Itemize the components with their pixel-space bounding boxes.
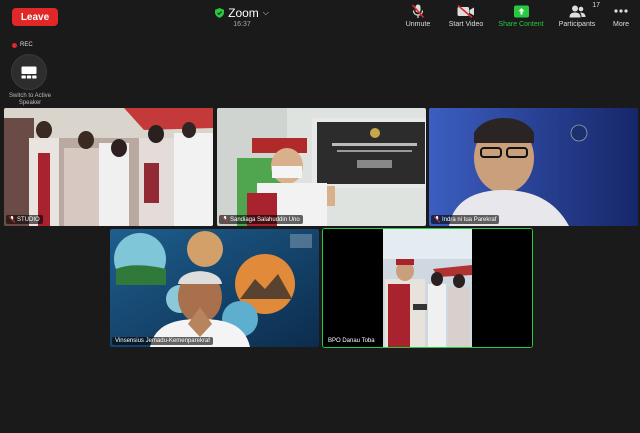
unmute-label: Unmute xyxy=(405,21,431,28)
meeting-toolbar: Unmute Start Video Share Content 17 Part… xyxy=(392,2,634,33)
video-off-icon xyxy=(457,4,474,18)
participant-name-tag: Vinsensius Jemadu-Kemenparekraf xyxy=(112,337,213,345)
zoom-meeting-window: Leave Zoom ⌵ 16:37 Unmute Start Video Sh… xyxy=(0,0,640,433)
switch-view-button[interactable] xyxy=(11,54,47,90)
mic-muted-icon xyxy=(434,216,440,223)
participants-count: 17 xyxy=(592,2,600,9)
video-feed-tourism-background xyxy=(110,229,319,347)
participant-name-tag: BPO Danau Toba xyxy=(325,337,378,345)
video-feed-crowd xyxy=(4,108,213,226)
participant-name: BPO Danau Toba xyxy=(328,338,375,344)
share-content-button[interactable]: Share Content xyxy=(496,3,546,33)
participant-name-tag: Indra ni tua Parekraf xyxy=(431,215,500,224)
recording-indicator: REC xyxy=(12,42,33,48)
video-tile-indra[interactable]: Indra ni tua Parekraf xyxy=(429,108,638,226)
start-video-label: Start Video xyxy=(448,21,484,28)
participants-button[interactable]: 17 Participants xyxy=(554,2,600,33)
participant-name: Vinsensius Jemadu-Kemenparekraf xyxy=(115,338,210,344)
video-tile-sandiaga[interactable]: Sandiaga Salahuddin Uno xyxy=(217,108,426,226)
more-label: More xyxy=(613,21,629,28)
share-screen-icon xyxy=(513,5,529,17)
shield-check-icon xyxy=(215,8,225,18)
recording-label: REC xyxy=(20,42,33,48)
more-dots-icon xyxy=(614,9,628,13)
speaker-view-icon xyxy=(21,66,37,78)
video-feed-plaque xyxy=(217,108,426,226)
share-content-label: Share Content xyxy=(498,21,544,28)
app-title: Zoom xyxy=(228,6,259,20)
top-bar: Leave Zoom ⌵ 16:37 Unmute Start Video Sh… xyxy=(0,0,640,36)
participant-name: Sandiaga Salahuddin Uno xyxy=(230,216,300,223)
mic-muted-icon xyxy=(412,3,424,18)
chevron-down-icon: ⌵ xyxy=(262,8,269,17)
participants-label: Participants xyxy=(558,21,596,28)
video-tile-bpo-danau-toba[interactable]: BPO Danau Toba xyxy=(322,228,533,348)
recording-dot-icon xyxy=(12,42,17,48)
participant-name-tag: STUDIO xyxy=(6,215,43,224)
meeting-timer: 16:37 xyxy=(233,21,251,28)
video-tile-studio[interactable]: STUDIO xyxy=(4,108,213,226)
participants-icon xyxy=(569,5,585,17)
participant-name: Indra ni tua Parekraf xyxy=(442,216,497,223)
video-feed-ceremony xyxy=(323,229,532,347)
mic-muted-icon xyxy=(222,216,228,223)
more-button[interactable]: More xyxy=(608,3,634,33)
start-video-button[interactable]: Start Video xyxy=(444,3,488,33)
leave-button[interactable]: Leave xyxy=(12,8,58,26)
mic-muted-icon xyxy=(9,216,15,223)
unmute-button[interactable]: Unmute xyxy=(400,3,436,33)
video-tile-vinsensius[interactable]: Vinsensius Jemadu-Kemenparekraf xyxy=(110,229,319,347)
switch-view-label: Switch to Active Speaker xyxy=(8,93,52,106)
participant-name-tag: Sandiaga Salahuddin Uno xyxy=(219,215,303,224)
video-feed-man-glasses xyxy=(429,108,638,226)
participant-name: STUDIO xyxy=(17,216,40,223)
meeting-title[interactable]: Zoom ⌵ 16:37 xyxy=(208,6,276,34)
